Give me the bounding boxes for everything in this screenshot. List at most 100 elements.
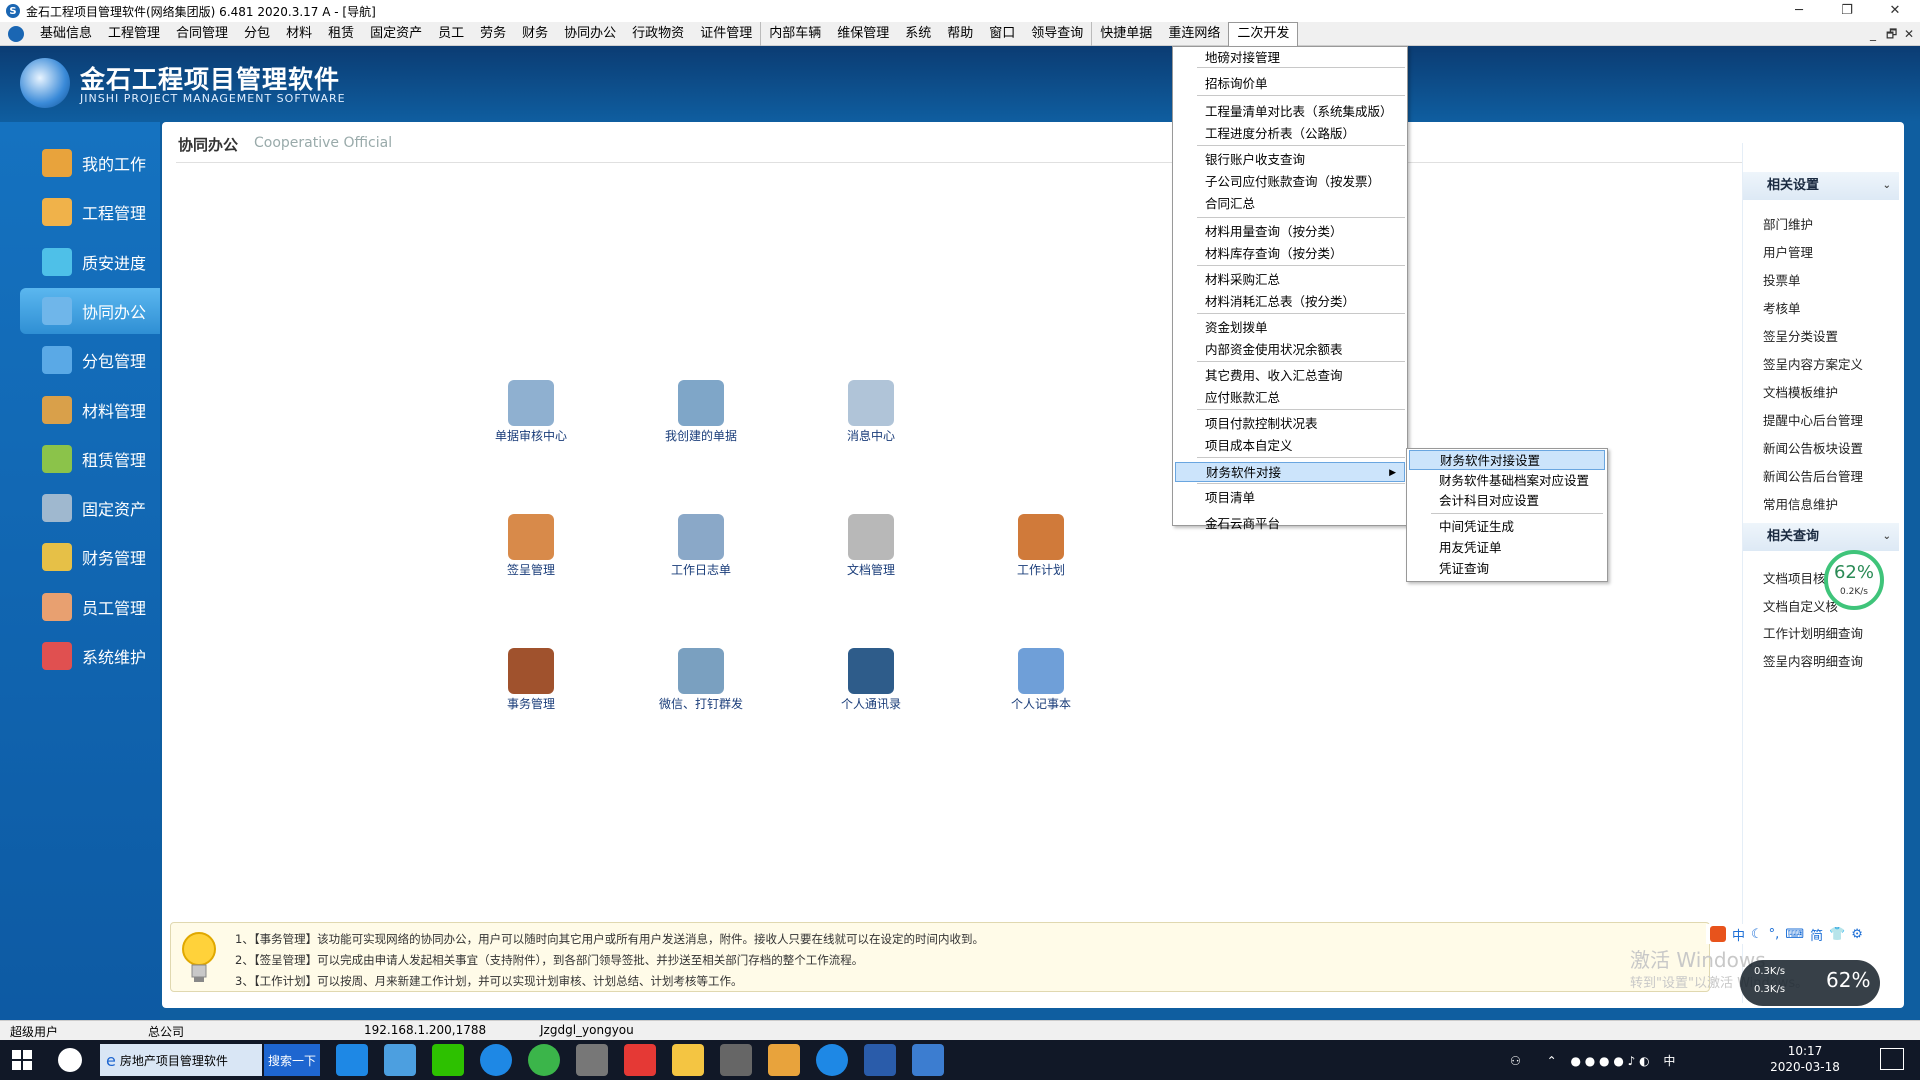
sidebar-item[interactable]: 我的工作: [20, 140, 160, 186]
dropdown-item[interactable]: 材料消耗汇总表（按分类）: [1175, 292, 1405, 312]
function-icon[interactable]: 签呈管理: [461, 514, 601, 577]
function-icon[interactable]: 文档管理: [801, 514, 941, 577]
dropdown-item[interactable]: 银行账户收支查询: [1175, 150, 1405, 170]
menu-item[interactable]: 分包: [236, 22, 278, 46]
pen-icon[interactable]: [768, 1044, 800, 1076]
dropdown-item[interactable]: 项目成本自定义: [1175, 436, 1405, 456]
taskbar-browser-item[interactable]: e 房地产项目管理软件: [100, 1044, 262, 1076]
dropdown-item[interactable]: 财务软件对接 ▶: [1175, 462, 1405, 482]
menu-item[interactable]: 固定资产: [362, 22, 430, 46]
menu-item[interactable]: 行政物资: [624, 22, 692, 46]
menu-item[interactable]: 财务: [514, 22, 556, 46]
menu-item[interactable]: 系统: [897, 22, 939, 46]
function-icon[interactable]: 单据审核中心: [461, 380, 601, 443]
sidebar-item[interactable]: 工程管理: [20, 189, 160, 235]
wps-icon[interactable]: [864, 1044, 896, 1076]
qq-icon[interactable]: [624, 1044, 656, 1076]
menu-item[interactable]: 证件管理: [692, 22, 760, 46]
shirt-icon[interactable]: 👕: [1829, 927, 1845, 942]
tray-language[interactable]: 中: [1663, 1054, 1675, 1068]
network-float-gauge[interactable]: 0.3K/s 0.3K/s 62%: [1740, 960, 1880, 1006]
ie-browser-icon[interactable]: [816, 1044, 848, 1076]
gear-icon[interactable]: ⚙: [1851, 927, 1863, 942]
sidebar-item[interactable]: 员工管理: [20, 584, 160, 630]
dropdown-item[interactable]: 工程量清单对比表（系统集成版）: [1175, 102, 1405, 122]
dropdown-item[interactable]: 项目清单: [1175, 488, 1405, 508]
settings-link[interactable]: 提醒中心后台管理: [1763, 410, 1863, 429]
menu-item[interactable]: 基础信息: [32, 22, 100, 46]
function-icon[interactable]: 消息中心: [801, 380, 941, 443]
function-icon[interactable]: 我创建的单据: [631, 380, 771, 443]
app-icon[interactable]: [720, 1044, 752, 1076]
windows-start-icon[interactable]: [12, 1050, 32, 1070]
dropdown-item[interactable]: 应付账款汇总: [1175, 388, 1405, 408]
folder-icon[interactable]: [672, 1044, 704, 1076]
dropdown-item[interactable]: 材料库存查询（按分类）: [1175, 244, 1405, 264]
menu-item[interactable]: 快捷单据: [1091, 21, 1160, 46]
dropdown-item[interactable]: 项目付款控制状况表: [1175, 414, 1405, 434]
menu-item[interactable]: 帮助: [939, 22, 981, 46]
submenu-item[interactable]: 财务软件基础档案对应设置: [1409, 471, 1605, 491]
mdi-minimize-button[interactable]: _: [1870, 22, 1876, 46]
settings-link[interactable]: 考核单: [1763, 298, 1801, 317]
jinshi-app-icon[interactable]: [912, 1044, 944, 1076]
mdi-restore-button[interactable]: 🗗: [1886, 22, 1897, 46]
edge-icon[interactable]: [336, 1044, 368, 1076]
menu-item[interactable]: 二次开发: [1228, 21, 1299, 46]
sidebar-item[interactable]: 系统维护: [20, 633, 160, 679]
sidebar-item[interactable]: 协同办公: [20, 287, 160, 334]
dropdown-item[interactable]: 材料采购汇总: [1175, 270, 1405, 290]
submenu-item[interactable]: 财务软件对接设置: [1409, 450, 1605, 470]
settings-link[interactable]: 新闻公告板块设置: [1763, 438, 1863, 457]
menu-item[interactable]: 工程管理: [100, 22, 168, 46]
dropdown-item[interactable]: 资金划拨单: [1175, 318, 1405, 338]
dropdown-item[interactable]: 其它费用、收入汇总查询: [1175, 366, 1405, 386]
dropdown-item[interactable]: 内部资金使用状况余额表: [1175, 340, 1405, 360]
query-link[interactable]: 签呈内容明细查询: [1763, 651, 1863, 670]
settings-link[interactable]: 部门维护: [1763, 214, 1813, 233]
submenu-item[interactable]: 会计科目对应设置: [1409, 491, 1605, 511]
mdi-close-button[interactable]: ✕: [1904, 22, 1914, 46]
dropdown-item[interactable]: 工程进度分析表（公路版）: [1175, 124, 1405, 144]
menu-item[interactable]: 窗口: [981, 22, 1023, 46]
settings-link[interactable]: 常用信息维护: [1763, 494, 1838, 513]
settings-link[interactable]: 用户管理: [1763, 242, 1813, 261]
menu-item[interactable]: 员工: [430, 22, 472, 46]
settings-link[interactable]: 签呈分类设置: [1763, 326, 1838, 345]
taskbar-clock[interactable]: 10:17 2020-03-18: [1770, 1043, 1840, 1075]
ime-toolbar[interactable]: 中 ☾ °, ⌨ 简 👕 ⚙: [1706, 924, 1902, 944]
sidebar-item[interactable]: 材料管理: [20, 387, 160, 433]
submenu-item[interactable]: 用友凭证单: [1409, 538, 1605, 558]
sidebar-item[interactable]: 财务管理: [20, 534, 160, 580]
notification-icon[interactable]: [1880, 1048, 1904, 1070]
wechat-icon[interactable]: [432, 1044, 464, 1076]
query-header[interactable]: 相关查询 ⌄: [1743, 523, 1899, 551]
settings-link[interactable]: 新闻公告后台管理: [1763, 466, 1863, 485]
ime-mode[interactable]: 中: [1732, 925, 1745, 944]
settings-link[interactable]: 签呈内容方案定义: [1763, 354, 1863, 373]
menu-item[interactable]: 劳务: [472, 22, 514, 46]
system-tray[interactable]: ⚇ ⌃ ● ● ● ● ♪ ◐ 中: [1510, 1052, 1675, 1069]
tray-icons[interactable]: ● ● ● ● ♪ ◐: [1570, 1054, 1649, 1068]
function-icon[interactable]: 个人通讯录: [801, 648, 941, 711]
settings-link[interactable]: 文档模板维护: [1763, 382, 1838, 401]
query-link[interactable]: 文档项目核: [1763, 568, 1826, 587]
qq-browser-icon[interactable]: [480, 1044, 512, 1076]
restore-button[interactable]: ❐: [1824, 0, 1870, 22]
settings-link[interactable]: 投票单: [1763, 270, 1801, 289]
minimize-button[interactable]: ─: [1776, 0, 1822, 22]
function-icon[interactable]: 事务管理: [461, 648, 601, 711]
menu-item[interactable]: 维保管理: [829, 22, 897, 46]
menu-item[interactable]: 租赁: [320, 22, 362, 46]
ime-simplified[interactable]: 简: [1810, 925, 1823, 944]
dropdown-item[interactable]: 子公司应付账款查询（按发票）: [1175, 172, 1405, 192]
close-button[interactable]: ✕: [1872, 0, 1918, 22]
function-icon[interactable]: 个人记事本: [971, 648, 1111, 711]
function-icon[interactable]: 工作日志单: [631, 514, 771, 577]
dropdown-item[interactable]: 地磅对接管理: [1175, 48, 1405, 68]
menu-item[interactable]: 内部车辆: [760, 21, 829, 46]
query-link[interactable]: 工作计划明细查询: [1763, 623, 1863, 642]
query-link[interactable]: 文档自定义核: [1763, 596, 1838, 615]
dropdown-item[interactable]: 招标询价单: [1175, 74, 1405, 94]
dropdown-item[interactable]: 金石云商平台: [1175, 514, 1405, 534]
